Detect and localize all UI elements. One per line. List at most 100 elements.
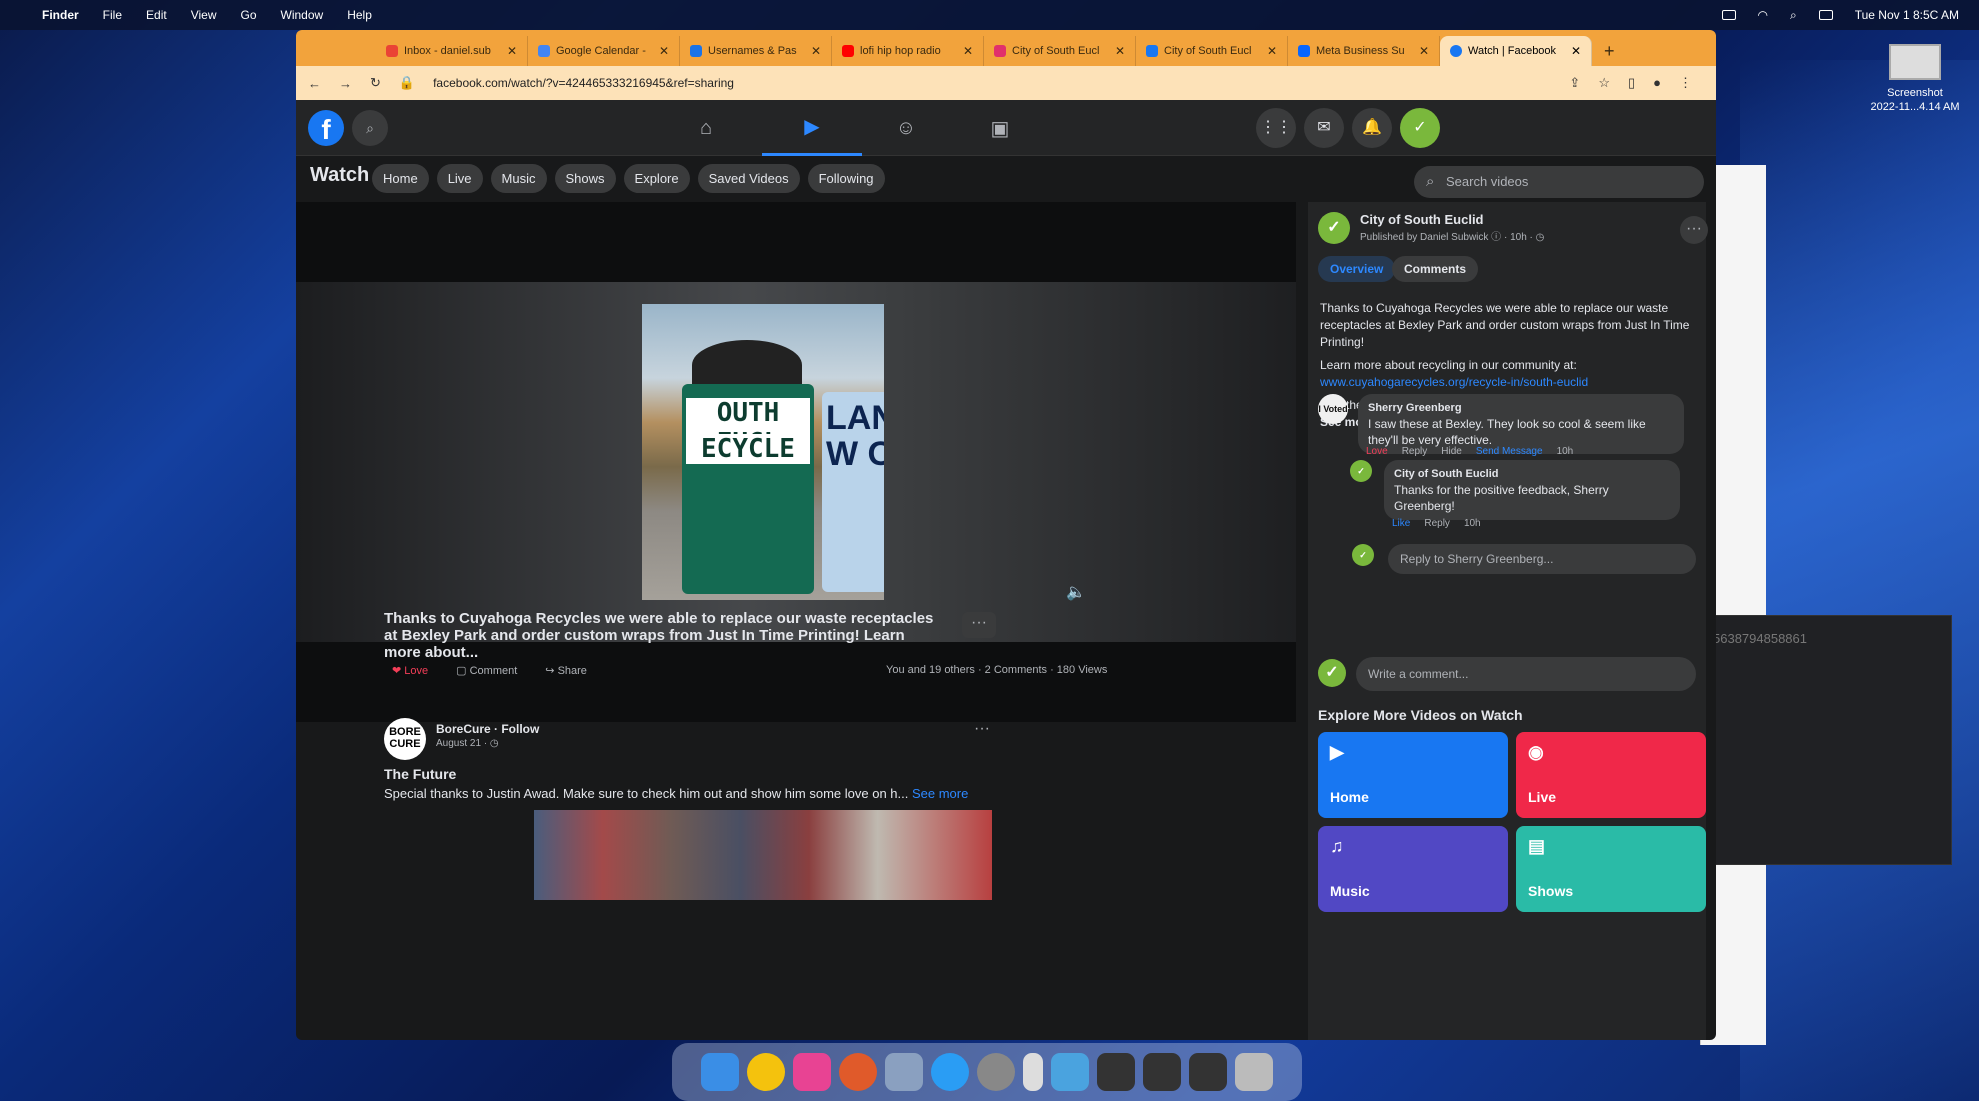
- tab-south-euclid-ig[interactable]: City of South Eucl ✕: [984, 36, 1136, 66]
- menu-edit[interactable]: Edit: [146, 8, 167, 22]
- chip-live[interactable]: Live: [436, 164, 483, 193]
- post-more-button[interactable]: ···: [962, 612, 996, 638]
- explore-card-shows[interactable]: ▤ Shows: [1516, 826, 1706, 912]
- tab-calendar[interactable]: Google Calendar - ✕: [528, 36, 680, 66]
- page-avatar[interactable]: ✓: [1318, 212, 1350, 244]
- comment-love[interactable]: Love: [1366, 446, 1388, 457]
- forward-icon[interactable]: →: [339, 76, 352, 91]
- reload-icon[interactable]: ↻: [370, 75, 381, 91]
- explore-card-music[interactable]: ♫ Music: [1318, 826, 1508, 912]
- close-icon[interactable]: ✕: [659, 44, 669, 58]
- downloads-folder-icon[interactable]: [1051, 1053, 1089, 1091]
- close-icon[interactable]: ✕: [507, 44, 517, 58]
- explore-card-home[interactable]: ▶ Home: [1318, 732, 1508, 818]
- comment-send-message[interactable]: Send Message: [1476, 446, 1543, 457]
- home-nav-icon[interactable]: ⌂: [656, 100, 756, 156]
- photos-icon[interactable]: [793, 1053, 831, 1091]
- facebook-logo-icon[interactable]: f: [308, 110, 344, 146]
- post-stats[interactable]: You and 19 others · 2 Comments · 180 Vie…: [886, 664, 1107, 676]
- recent-app-icon[interactable]: [1189, 1053, 1227, 1091]
- preview-icon[interactable]: [885, 1053, 923, 1091]
- borecure-avatar[interactable]: BORE CURE: [384, 718, 426, 760]
- search-videos-input[interactable]: Search videos: [1414, 166, 1704, 198]
- control-center-icon[interactable]: [1818, 10, 1833, 20]
- chip-home[interactable]: Home: [372, 164, 429, 193]
- chrome-icon[interactable]: [747, 1053, 785, 1091]
- chip-following[interactable]: Following: [807, 164, 885, 193]
- chip-music[interactable]: Music: [490, 164, 547, 193]
- tab-comments[interactable]: Comments: [1392, 256, 1479, 282]
- explore-card-live[interactable]: ◉ Live: [1516, 732, 1706, 818]
- close-icon[interactable]: ✕: [811, 44, 821, 58]
- borecure-name[interactable]: BoreCure · Follow: [436, 722, 539, 736]
- city-avatar[interactable]: ✓: [1350, 460, 1372, 482]
- volume-icon[interactable]: 🔈: [1066, 582, 1086, 602]
- system-settings-icon[interactable]: [977, 1053, 1015, 1091]
- messenger-icon[interactable]: ✉: [1304, 108, 1344, 148]
- search-icon[interactable]: ⌕: [1790, 8, 1797, 23]
- tab-usernames[interactable]: Usernames & Pas ✕: [680, 36, 832, 66]
- url-text[interactable]: facebook.com/watch/?v=424465333216945&re…: [433, 76, 734, 90]
- close-icon[interactable]: ✕: [1571, 44, 1581, 58]
- tab-south-euclid-fb[interactable]: City of South Eucl ✕: [1136, 36, 1288, 66]
- chip-shows[interactable]: Shows: [554, 164, 616, 193]
- kebab-menu-icon[interactable]: ⋮: [1679, 75, 1692, 91]
- comment-hide[interactable]: Hide: [1441, 446, 1462, 457]
- chip-saved-videos[interactable]: Saved Videos: [697, 164, 800, 193]
- tab-watch-facebook[interactable]: Watch | Facebook ✕: [1440, 36, 1592, 66]
- panel-more-button[interactable]: ···: [1680, 216, 1708, 244]
- commenter-name[interactable]: Sherry Greenberg: [1368, 400, 1674, 416]
- recycle-link[interactable]: www.cuyahogarecycles.org/recycle-in/sout…: [1320, 374, 1696, 391]
- groups-nav-icon[interactable]: ☺: [856, 100, 956, 156]
- reply-like[interactable]: Like: [1392, 518, 1410, 529]
- menu-go[interactable]: Go: [241, 8, 257, 22]
- menu-file[interactable]: File: [103, 8, 122, 22]
- sidepanel-icon[interactable]: ▯: [1628, 75, 1635, 91]
- post2-more-button[interactable]: ···: [974, 720, 990, 738]
- menu-help[interactable]: Help: [347, 8, 372, 22]
- screen-mirror-icon[interactable]: [1721, 10, 1736, 20]
- tab-overview[interactable]: Overview: [1318, 256, 1396, 282]
- share-button[interactable]: ↪ Share: [545, 664, 587, 677]
- comment-reply[interactable]: Reply: [1402, 446, 1428, 457]
- love-button[interactable]: ❤ Love: [392, 664, 428, 677]
- close-icon[interactable]: ✕: [963, 44, 973, 58]
- close-icon[interactable]: ✕: [1267, 44, 1277, 58]
- reply-reply[interactable]: Reply: [1424, 518, 1450, 529]
- share-icon[interactable]: ⇪: [1569, 75, 1580, 91]
- commenter-avatar[interactable]: I Voted: [1318, 394, 1348, 424]
- recent-app-icon[interactable]: [1143, 1053, 1181, 1091]
- wifi-icon[interactable]: ◠: [1758, 8, 1768, 22]
- profile-icon[interactable]: ●: [1653, 75, 1661, 91]
- write-comment-input[interactable]: Write a comment...: [1356, 657, 1696, 691]
- notes-icon[interactable]: [1023, 1053, 1043, 1091]
- tab-meta-business[interactable]: Meta Business Su ✕: [1288, 36, 1440, 66]
- close-icon[interactable]: ✕: [1115, 44, 1125, 58]
- search-icon[interactable]: ⌕: [352, 110, 388, 146]
- tab-inbox[interactable]: Inbox - daniel.sub ✕: [376, 36, 528, 66]
- finder-icon[interactable]: [701, 1053, 739, 1091]
- reply-author[interactable]: City of South Euclid: [1394, 466, 1670, 482]
- menu-clock[interactable]: Tue Nov 1 8:5C AM: [1855, 8, 1959, 22]
- desktop-screenshot-file[interactable]: Screenshot 2022-11...4.14 AM: [1860, 44, 1970, 114]
- tab-lofi[interactable]: lofi hip hop radio ✕: [832, 36, 984, 66]
- see-more-link[interactable]: See more: [908, 786, 968, 801]
- post2-video-thumbnail[interactable]: [534, 810, 992, 900]
- back-icon[interactable]: ←: [308, 76, 321, 91]
- notifications-bell-icon[interactable]: 🔔: [1352, 108, 1392, 148]
- close-icon[interactable]: ✕: [1419, 44, 1429, 58]
- recent-app-icon[interactable]: [1097, 1053, 1135, 1091]
- safari-icon[interactable]: [931, 1053, 969, 1091]
- reply-input[interactable]: Reply to Sherry Greenberg...: [1388, 544, 1696, 574]
- gaming-nav-icon[interactable]: ▣: [950, 100, 1050, 156]
- trash-icon[interactable]: [1235, 1053, 1273, 1091]
- menu-grid-icon[interactable]: ⋮⋮: [1256, 108, 1296, 148]
- new-tab-button[interactable]: +: [1592, 36, 1627, 66]
- chip-explore[interactable]: Explore: [623, 164, 690, 193]
- bookmark-star-icon[interactable]: ☆: [1598, 75, 1610, 91]
- menu-view[interactable]: View: [191, 8, 217, 22]
- comment-button[interactable]: ▢ Comment: [456, 664, 517, 677]
- menu-window[interactable]: Window: [281, 8, 324, 22]
- menu-app-name[interactable]: Finder: [42, 8, 79, 22]
- page-name[interactable]: City of South Euclid: [1360, 212, 1484, 227]
